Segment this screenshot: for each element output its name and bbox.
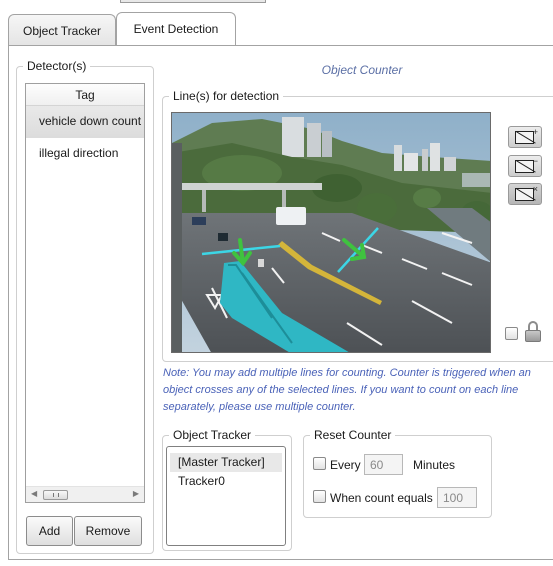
reset-every-checkbox[interactable] [313,457,326,470]
detector-list[interactable]: Tag vehicle down count illegal direction… [25,83,145,503]
detector-item-vehicle-down-count[interactable]: vehicle down count [26,106,144,138]
object-counter-title: Object Counter [321,63,403,77]
tab-object-tracker[interactable]: Object Tracker [8,14,116,46]
detection-lines-group-title: Line(s) for detection [173,89,280,103]
lock-lines-checkbox[interactable] [505,327,518,340]
detector-list-hscrollbar[interactable]: ◀ ▶ [26,486,144,502]
reset-count-equals-checkbox[interactable] [313,490,326,503]
tag-column-header[interactable]: Tag [26,84,144,106]
counting-note: Note: You may add multiple lines for cou… [163,367,531,413]
object-tracker-group-title: Object Tracker [173,428,252,442]
every-label: Every [330,458,361,472]
every-minutes-input[interactable]: 60 [364,454,403,475]
tracker-list[interactable]: [Master Tracker] Tracker0 [166,446,286,546]
camera-frame-image [172,113,490,352]
scroll-left-icon[interactable]: ◀ [31,489,37,498]
scroll-thumb[interactable] [43,490,68,500]
tab-event-detection[interactable]: Event Detection [116,12,236,46]
tracker-item-master[interactable]: [Master Tracker] [170,453,282,472]
add-detector-button[interactable]: Add [26,516,73,546]
remove-detector-button[interactable]: Remove [74,516,142,546]
reset-counter-group-title: Reset Counter [314,428,392,442]
top-toolbar-stub [120,0,266,3]
remove-line-button[interactable]: − [508,155,542,177]
count-equals-label: When count equals [330,491,433,505]
tracker-item-tracker0[interactable]: Tracker0 [167,472,285,491]
detector-item-illegal-direction[interactable]: illegal direction [26,138,144,170]
clear-lines-button[interactable]: × [508,183,542,205]
add-line-button[interactable]: + [508,126,542,148]
count-equals-input[interactable]: 100 [437,487,477,508]
camera-view[interactable] [171,112,491,353]
minutes-label: Minutes [413,458,456,472]
lock-icon [525,321,541,342]
line-remove-icon [515,160,536,173]
line-clear-icon [515,188,536,201]
line-add-icon [515,131,536,144]
detectors-group-title: Detector(s) [27,59,87,73]
scroll-right-icon[interactable]: ▶ [133,489,139,498]
